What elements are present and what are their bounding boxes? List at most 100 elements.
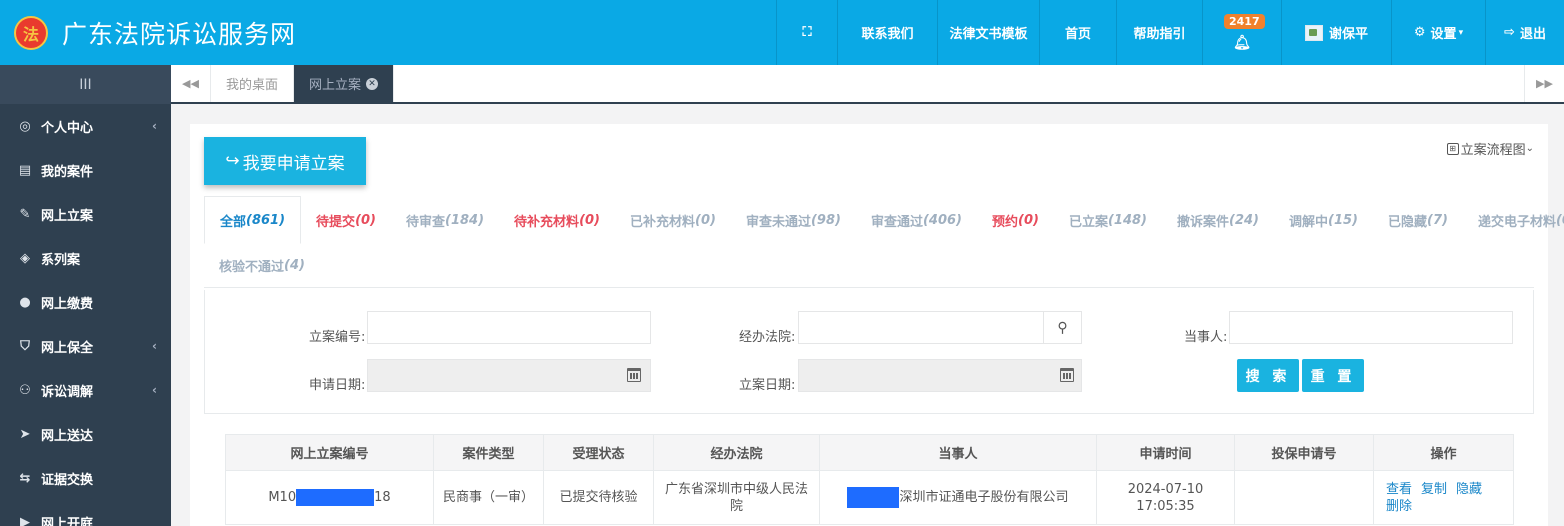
insurance-no-cell [1234,470,1374,525]
settings-label: 设置 [1430,27,1457,42]
avatar [1304,24,1323,41]
tab-my-desktop[interactable]: 我的桌面 [211,65,295,102]
brand[interactable]: 法 广东法院诉讼服务网 [0,0,360,65]
court-search-button[interactable]: ⚲ [1044,311,1082,344]
share-arrow-icon: ↪ [225,151,240,171]
hide-link[interactable]: 隐藏 [1456,482,1482,497]
gear-icon: ⚙ [1413,25,1426,40]
sidebar-item-online-service[interactable]: ➤ 网上送达 [0,412,171,456]
tab-status-appointment[interactable]: 预约 (0) [977,196,1054,244]
calendar-icon[interactable] [627,368,641,382]
column-header[interactable]: 案件类型 [433,434,544,471]
tab-status-filed[interactable]: 已立案 (148) [1054,196,1162,244]
shield-icon: ⛉ [20,338,30,354]
tabs-scroll-right-button[interactable]: ▶▶ [1524,65,1564,102]
case-no-input[interactable] [367,311,651,344]
tabs-scroll-left-button[interactable]: ◀◀ [171,65,211,102]
nav-templates[interactable]: 法律文书模板 [937,0,1039,65]
logout-button[interactable]: ⇨ 退出 [1485,0,1564,65]
top-header: 法 广东法院诉讼服务网 ⛶ 联系我们 法律文书模板 首页 帮助指引 2417 🔔… [0,0,1564,65]
caret-down-icon: ▾ [1458,27,1464,38]
close-icon[interactable]: ✕ [366,77,379,90]
apply-filing-button[interactable]: ↪ 我要申请立案 [204,137,366,185]
search-form: 立案编号: 经办法院: ⚲ 当事人: 申请日期: 立案日期: 搜 索 重 置 [204,290,1534,414]
notifications-button[interactable]: 2417 🔔︎ [1202,0,1281,65]
view-link[interactable]: 查看 [1386,482,1412,497]
edit-icon: ✎ [19,206,31,222]
sidebar-item-online-preservation[interactable]: ⛉ 网上保全 ‹ [0,324,171,368]
user-menu[interactable]: 谢保平 [1281,0,1391,65]
people-icon: ⚇ [19,382,31,398]
expand-icon: ⛶ [802,25,812,40]
copy-link[interactable]: 复制 [1421,482,1447,497]
main-panel: ↪ 我要申请立案 ⊞ 立案流程图 ⌄ 全部 (861) 待提交 (0) 待审查 (18… [190,124,1564,526]
send-icon: ➤ [19,426,31,442]
column-header[interactable]: 受理状态 [543,434,654,471]
court-input[interactable] [798,311,1044,344]
tab-status-withdrawn[interactable]: 撤诉案件 (24) [1162,196,1274,244]
delete-link[interactable]: 删除 [1386,499,1412,514]
tab-status-review-failed[interactable]: 审查未通过 (98) [731,196,856,244]
column-header[interactable]: 经办法院 [653,434,820,471]
column-header[interactable]: 操作 [1373,434,1514,471]
sidebar-item-online-payment[interactable]: ● 网上缴费 [0,280,171,324]
party-input[interactable] [1229,311,1513,344]
sidebar-item-online-filing[interactable]: ✎ 网上立案 [0,192,171,236]
tab-status-all[interactable]: 全部 (861) [204,196,302,244]
sidebar-item-my-cases[interactable]: ▤ 我的案件 [0,148,171,192]
case-type-cell: 民商事（一审） [433,470,544,525]
column-header[interactable]: 投保申请号 [1234,434,1374,471]
chevron-left-icon: ‹ [152,383,157,397]
tab-status-pending-submit[interactable]: 待提交 (0) [301,196,391,244]
site-title: 广东法院诉讼服务网 [62,19,297,49]
nav-help[interactable]: 帮助指引 [1116,0,1202,65]
tab-status-mediating[interactable]: 调解中 (15) [1274,196,1373,244]
sidebar-item-mediation[interactable]: ⚇ 诉讼调解 ‹ [0,368,171,412]
coin-icon: ● [19,294,31,310]
tab-status-review-passed[interactable]: 审查通过 (406) [856,196,977,244]
nav-home[interactable]: 首页 [1039,0,1116,65]
column-header[interactable]: 当事人 [819,434,1097,471]
tab-status-verify-failed[interactable]: 核验不通过 (4) [204,256,320,275]
actions-cell: 查看 复制 隐藏删除 [1373,470,1514,525]
tab-status-pending-materials[interactable]: 待补充材料 (0) [499,196,615,244]
tab-online-filing[interactable]: 网上立案 ✕ [294,65,395,102]
reset-button[interactable]: 重 置 [1302,359,1364,392]
sidebar-item-online-hearing[interactable]: ▶ 网上开庭 [0,500,171,526]
status-tabs: 全部 (861) 待提交 (0) 待审查 (184) 待补充材料 (0) 已补充材料 (0… [204,196,1564,288]
search-icon: ⚲ [1057,319,1068,336]
column-header[interactable]: 网上立案编号 [225,434,434,471]
column-header[interactable]: 申请时间 [1096,434,1235,471]
tab-status-hidden[interactable]: 已隐藏 (7) [1373,196,1463,244]
tab-status-e-materials[interactable]: 递交电子材料(0) [1463,196,1564,244]
apply-time-cell: 2024-07-10 17:05:35 [1096,470,1235,525]
top-nav: ⛶ 联系我们 法律文书模板 首页 帮助指引 2417 🔔︎ 谢保平 ⚙ 设置 ▾… [776,0,1564,65]
filing-flowchart-link[interactable]: ⊞ 立案流程图 ⌄ [1446,139,1534,158]
fullscreen-button[interactable]: ⛶ [776,0,837,65]
tab-status-materials-supplied[interactable]: 已补充材料 (0) [615,196,731,244]
search-button[interactable]: 搜 索 [1237,359,1299,392]
filing-date-label: 立案日期: [739,378,796,393]
sidebar-toggle[interactable]: III [0,65,171,104]
filing-date-input[interactable] [798,359,1082,392]
video-icon: ▶ [20,514,30,526]
court-label: 经办法院: [739,330,796,345]
table-header-row: 网上立案编号 案件类型 受理状态 经办法院 当事人 申请时间 投保申请号 操作 [225,434,1514,471]
case-no-cell: M10 18 [225,470,434,525]
tab-status-pending-review[interactable]: 待审查 (184) [391,196,499,244]
settings-menu[interactable]: ⚙ 设置 ▾ [1391,0,1485,65]
notification-badge: 2417 [1224,14,1265,29]
sidebar-item-series-cases[interactable]: ◈ 系列案 [0,236,171,280]
table-row[interactable]: M10 18 民商事（一审） 已提交待核验 广东省深圳市中级人民法院 深圳市证通电… [225,470,1514,525]
user-circle-icon: ◎ [19,118,31,134]
double-chevron-down-icon: ⌄ [1525,143,1534,154]
page-tabs: ◀◀ 我的桌面 网上立案 ✕ ▶▶ [171,65,1564,104]
apply-date-input[interactable] [367,359,651,392]
logout-label: 退出 [1519,27,1546,42]
calendar-icon[interactable] [1060,368,1074,382]
user-name: 谢保平 [1328,27,1368,42]
nav-contact[interactable]: 联系我们 [837,0,937,65]
sidebar-item-evidence-exchange[interactable]: ⇆ 证据交换 [0,456,171,500]
court-emblem-icon: 法 [14,15,48,50]
sidebar-item-personal-center[interactable]: ◎ 个人中心 ‹ [0,104,171,148]
